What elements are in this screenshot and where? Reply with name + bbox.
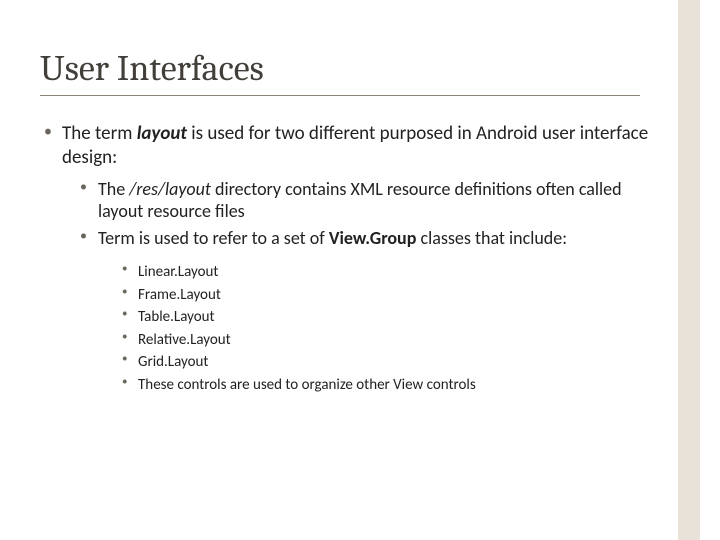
text-run: The <box>98 178 129 200</box>
bullet-list-level-3: Linear.Layout Frame.Layout Table.Layout … <box>98 261 656 396</box>
list-item: Grid.Layout <box>118 351 656 374</box>
text-run: Grid.Layout <box>138 353 208 371</box>
text-run-italic: /res/layout <box>129 178 211 200</box>
slide-title: User Interfaces <box>40 48 656 89</box>
text-run: Relative.Layout <box>138 331 231 349</box>
list-item: Frame.Layout <box>118 284 656 307</box>
text-run-bold: View.Group <box>329 227 417 249</box>
list-item: Relative.Layout <box>118 329 656 352</box>
text-run: The term <box>62 122 137 145</box>
list-item: These controls are used to organize othe… <box>118 374 656 397</box>
text-run: Linear.Layout <box>138 263 218 281</box>
text-run: Frame.Layout <box>138 286 221 304</box>
title-underline <box>40 95 640 96</box>
text-run: These controls are used to organize othe… <box>138 376 476 394</box>
text-run: Term is used to refer to a set of <box>98 227 329 249</box>
slide: User Interfaces The term layout is used … <box>0 0 720 540</box>
bullet-list-level-1: The term layout is used for two differen… <box>40 122 656 396</box>
list-item: Table.Layout <box>118 306 656 329</box>
text-run: Table.Layout <box>138 308 215 326</box>
list-item: Linear.Layout <box>118 261 656 284</box>
text-run: classes that include: <box>416 227 567 249</box>
text-run-emphasis: layout <box>137 122 187 145</box>
list-item: The /res/layout directory contains XML r… <box>76 178 656 223</box>
list-item: Term is used to refer to a set of View.G… <box>76 227 656 397</box>
bullet-list-level-2: The /res/layout directory contains XML r… <box>62 178 656 397</box>
list-item: The term layout is used for two differen… <box>40 122 656 396</box>
